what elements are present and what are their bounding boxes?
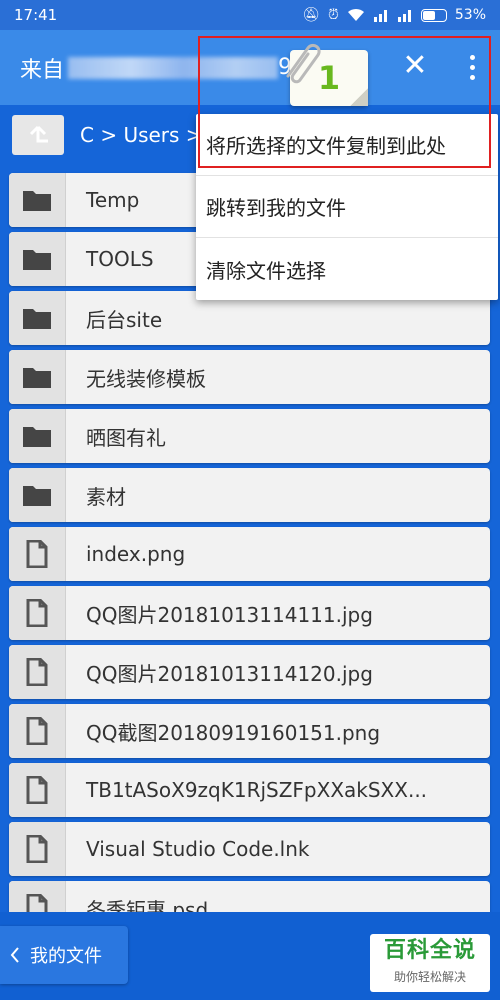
file-name: Temp [86,188,140,212]
file-name: index.png [86,542,186,566]
more-vert-icon[interactable] [462,52,482,82]
file-name: 后台site [86,307,163,332]
up-button[interactable] [12,115,64,155]
status-bar: 17:41 🔕︎ ⏰︎ 53% [0,0,500,30]
folder-icon [9,468,66,522]
wifi-icon [347,8,364,21]
file-name: QQ截图20180919160151.png [86,720,381,745]
list-item[interactable]: Visual Studio Code.lnk [9,822,490,876]
up-arrow-icon [29,125,48,143]
list-item[interactable]: 无线装修模板 [9,350,490,404]
file-icon [9,586,66,640]
breadcrumb[interactable]: C > Users > [80,123,203,147]
chevron-left-icon [10,947,19,963]
app-bar: 来自 9 ✕ [0,30,500,105]
file-icon [9,763,66,817]
file-name: 晒图有礼 [86,425,166,450]
battery-percent: 53% [454,7,486,23]
mute-icon: 🔕︎ [302,7,320,23]
file-name: QQ图片20181013114120.jpg [86,661,373,686]
signal-icon [373,10,387,22]
close-icon[interactable]: ✕ [400,51,430,82]
watermark-subtitle: 助你轻松解决 [393,970,466,984]
my-files-label: 我的文件 [30,946,102,967]
menu-item-copy-here[interactable]: 将所选择的文件复制到此处 [196,114,498,176]
file-name: 素材 [86,484,126,509]
paperclip-icon [286,43,321,84]
list-item[interactable]: 晒图有礼 [9,409,490,463]
folder-icon [9,291,66,345]
file-icon [9,527,66,581]
bottom-bar: 我的文件 百科全说 助你轻松解决 [0,912,500,1000]
list-item[interactable]: TB1tASoX9zqK1RjSZFpXXakSXX... [9,763,490,817]
watermark-title: 百科全说 [383,938,476,963]
status-icons: 🔕︎ ⏰︎ 53% [302,7,486,23]
watermark-logo: 百科全说 助你轻松解决 [370,934,490,992]
folder-icon [9,232,66,286]
popup-menu: 将所选择的文件复制到此处 跳转到我的文件 清除文件选择 [196,114,498,300]
my-files-button[interactable]: 我的文件 [0,926,128,984]
alarm-icon: ⏰︎ [327,7,339,23]
list-item[interactable]: QQ图片20181013114120.jpg [9,645,490,699]
list-item[interactable]: 素材 [9,468,490,522]
file-name: 无线装修模板 [86,366,206,391]
file-name: TOOLS [86,247,154,271]
file-name: TB1tASoX9zqK1RjSZFpXXakSXX... [86,778,428,802]
page-title: 来自 9 [20,52,292,84]
list-item[interactable]: index.png [9,527,490,581]
file-name: Visual Studio Code.lnk [86,837,310,861]
file-icon [9,704,66,758]
folder-icon [9,350,66,404]
file-name: QQ图片20181013114111.jpg [86,602,373,627]
file-icon [9,822,66,876]
status-time: 17:41 [14,6,58,24]
title-prefix: 来自 [20,57,65,83]
list-item[interactable]: QQ截图20180919160151.png [9,704,490,758]
list-item[interactable]: QQ图片20181013114111.jpg [9,586,490,640]
blurred-account [68,56,279,79]
menu-item-clear-selection[interactable]: 清除文件选择 [196,238,498,300]
battery-icon [420,8,447,22]
file-icon [9,645,66,699]
menu-item-goto-my-files[interactable]: 跳转到我的文件 [196,176,498,238]
folder-icon [9,409,66,463]
signal-icon-2 [397,10,411,22]
folder-icon [9,173,66,227]
